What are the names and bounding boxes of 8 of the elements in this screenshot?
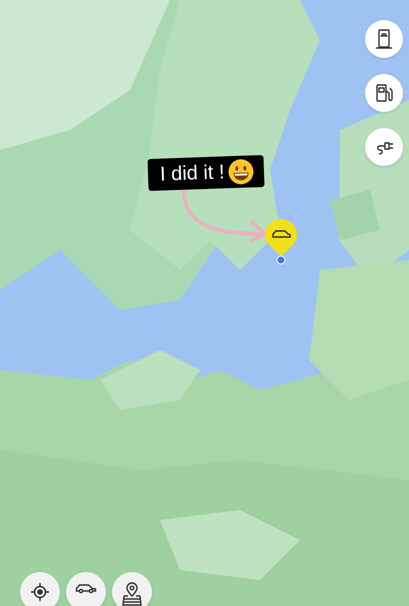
sticker-text: I did it !: [160, 162, 225, 185]
car-icon: [75, 582, 97, 594]
fuel-pump-icon: [375, 83, 393, 103]
grinning-emoji-icon: [228, 158, 255, 186]
locate-icon: [30, 582, 50, 602]
map-marker: [263, 218, 299, 265]
charging-station-icon: [375, 29, 393, 49]
map-pin-icon: [121, 582, 143, 606]
